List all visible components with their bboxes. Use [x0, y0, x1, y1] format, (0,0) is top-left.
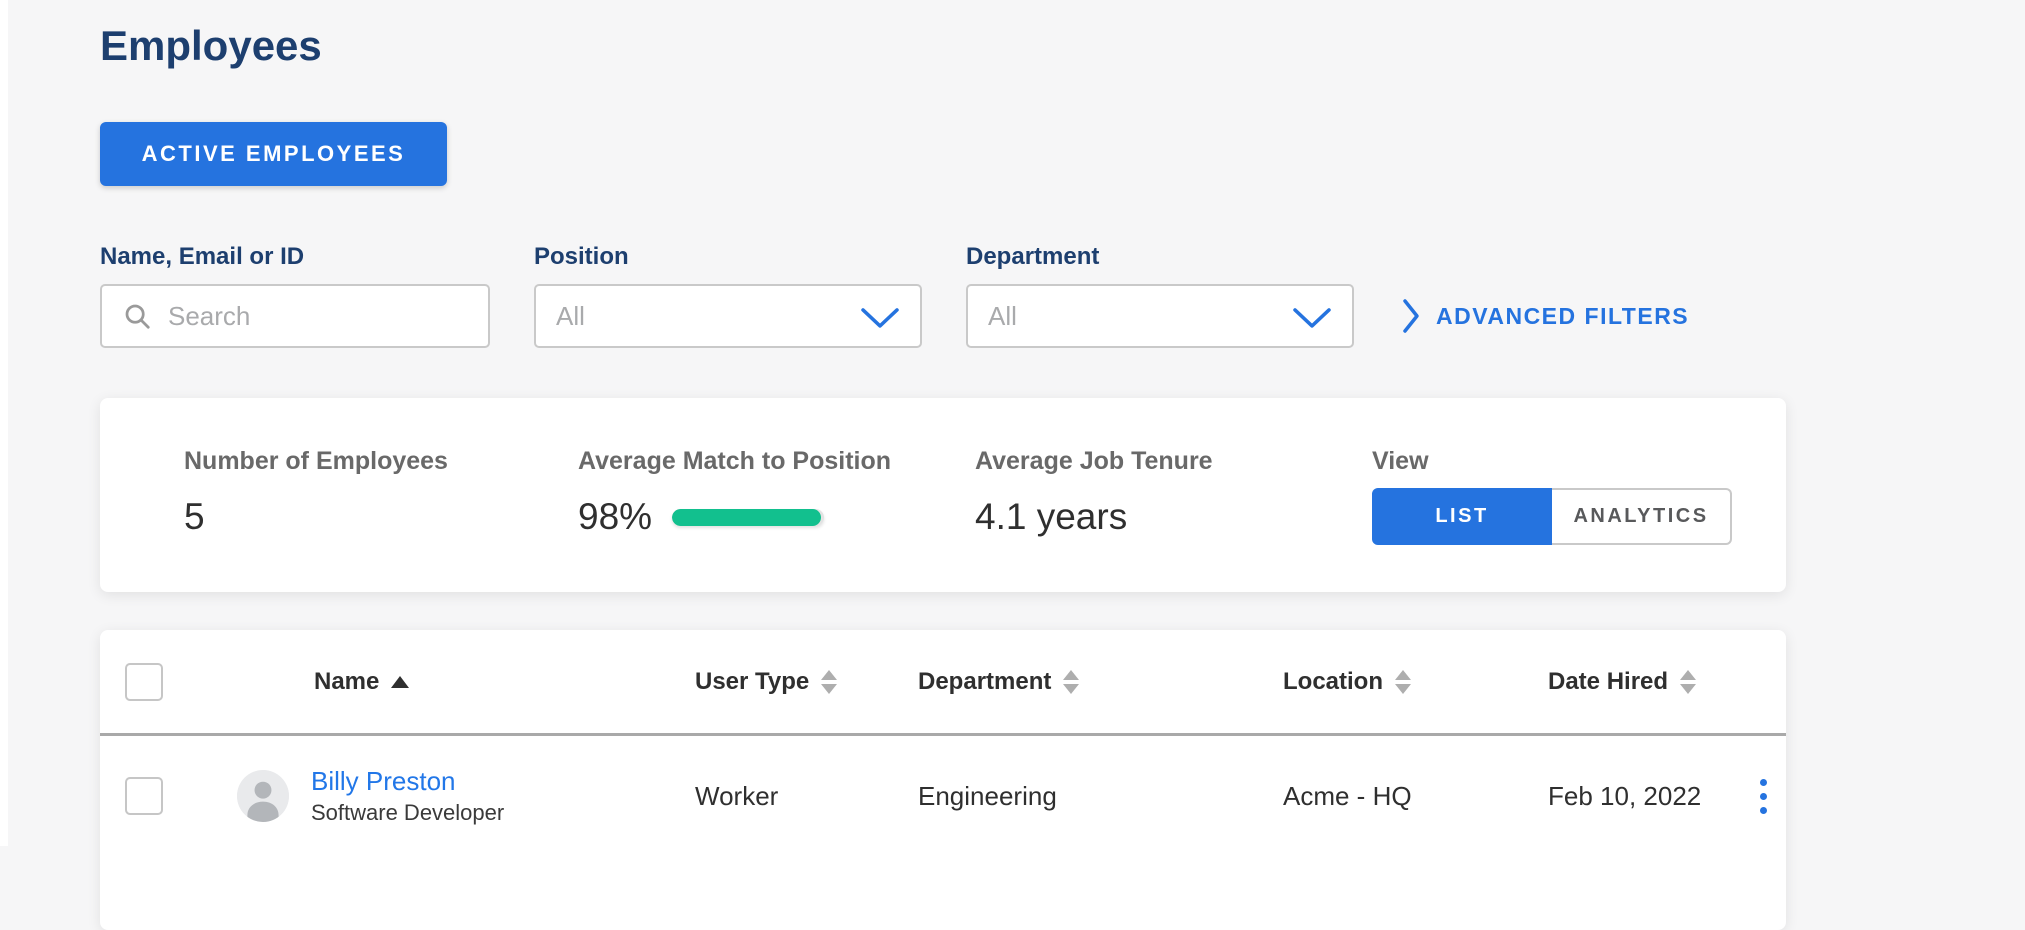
select-all-checkbox[interactable] — [125, 662, 163, 701]
department-filter-label: Department — [966, 243, 1100, 270]
view-toggle: LIST ANALYTICS — [1372, 488, 1732, 545]
summary-card: Number of Employees 5 Average Match to P… — [100, 398, 1786, 592]
search-filter-label: Name, Email or ID — [100, 243, 305, 270]
position-select-value: All — [556, 300, 585, 331]
column-header-name[interactable]: Name — [207, 668, 695, 696]
view-label: View — [1372, 447, 1429, 475]
column-header-department[interactable]: Department — [918, 668, 1283, 696]
page-title: Employees — [100, 22, 322, 69]
advanced-filters-link[interactable]: ADVANCED FILTERS — [1401, 284, 1689, 348]
department-filter: Department All — [966, 243, 1354, 348]
employees-table: Name User Type Department Location Date … — [100, 630, 1786, 930]
cell-location: Acme - HQ — [1283, 780, 1412, 811]
employees-page: Employees ACTIVE EMPLOYEES Name, Email o… — [100, 0, 1786, 930]
stat-label: Number of Employees — [184, 447, 448, 475]
department-select-value: All — [988, 300, 1017, 331]
table-row: Billy Preston Software Developer Worker … — [100, 736, 1786, 856]
row-menu-kebab-icon[interactable] — [1754, 773, 1773, 820]
sort-icon — [1063, 669, 1080, 694]
position-filter: Position All — [534, 243, 922, 348]
cell-department: Engineering — [918, 780, 1057, 811]
chevron-down-icon — [1293, 308, 1331, 328]
stat-value: 98% — [578, 496, 653, 537]
stat-value: 5 — [184, 496, 205, 537]
search-icon — [125, 304, 150, 329]
stat-average-tenure: Average Job Tenure 4.1 years — [975, 446, 1372, 592]
employee-job-title: Software Developer — [311, 800, 505, 825]
stat-label: Average Job Tenure — [975, 447, 1213, 475]
position-select[interactable]: All — [534, 284, 922, 348]
position-filter-label: Position — [534, 243, 629, 270]
stat-number-of-employees: Number of Employees 5 — [184, 446, 578, 592]
stat-value: 4.1 years — [975, 496, 1128, 537]
sort-icon — [1395, 669, 1411, 694]
search-field[interactable] — [100, 284, 490, 348]
search-input[interactable] — [168, 300, 468, 332]
table-header-row: Name User Type Department Location Date … — [100, 630, 1786, 736]
view-switcher: View LIST ANALYTICS — [1372, 446, 1732, 592]
search-filter: Name, Email or ID — [100, 243, 490, 348]
match-progress-bar — [672, 508, 825, 526]
column-header-user-type[interactable]: User Type — [695, 668, 918, 696]
sort-icon — [1680, 669, 1697, 694]
view-toggle-list[interactable]: LIST — [1372, 488, 1552, 545]
row-checkbox[interactable] — [125, 777, 163, 815]
chevron-right-icon — [1403, 299, 1419, 333]
department-select[interactable]: All — [966, 284, 1354, 348]
employee-name-link[interactable]: Billy Preston — [311, 765, 504, 797]
column-header-date-hired[interactable]: Date Hired — [1548, 668, 1741, 696]
left-edge-strip — [0, 0, 8, 846]
sort-icon — [821, 669, 838, 694]
filters-bar: Name, Email or ID Position All Departmen… — [100, 243, 1786, 348]
advanced-filters-label: ADVANCED FILTERS — [1436, 302, 1690, 329]
active-employees-button[interactable]: ACTIVE EMPLOYEES — [100, 122, 447, 186]
chevron-down-icon — [861, 308, 899, 328]
view-toggle-analytics[interactable]: ANALYTICS — [1552, 488, 1732, 545]
column-header-location[interactable]: Location — [1283, 668, 1548, 696]
sort-ascending-icon — [391, 675, 410, 688]
stat-label: Average Match to Position — [578, 447, 892, 475]
avatar — [237, 770, 289, 822]
cell-user-type: Worker — [695, 780, 779, 811]
cell-date-hired: Feb 10, 2022 — [1548, 780, 1702, 811]
stat-average-match: Average Match to Position 98% — [578, 446, 975, 592]
